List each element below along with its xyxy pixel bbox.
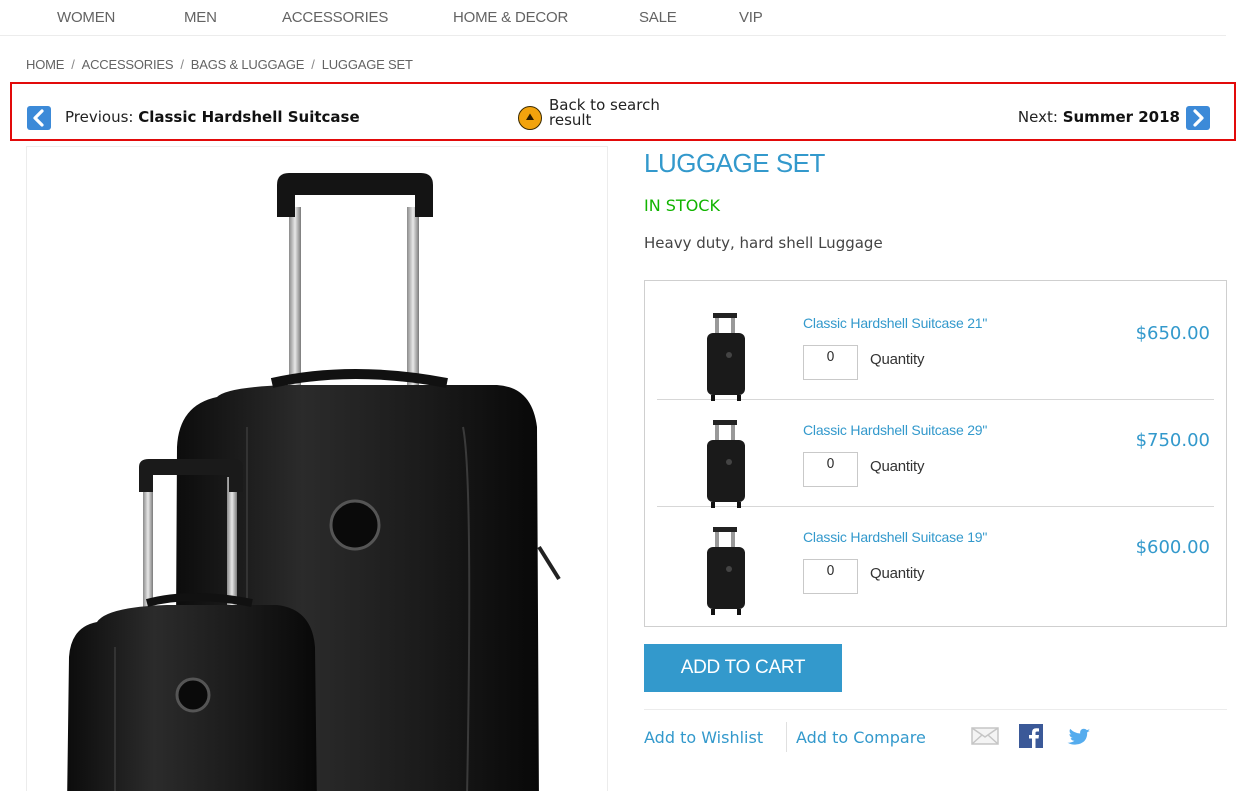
back-to-search-icon[interactable]: [518, 106, 542, 130]
nav-item-men[interactable]: MEN: [184, 9, 217, 26]
nav-item-accessories[interactable]: ACCESSORIES: [282, 9, 388, 26]
product-title: LUGGAGE SET: [644, 148, 825, 178]
nav-item-home-decor[interactable]: HOME & DECOR: [453, 9, 568, 26]
breadcrumb-separator: /: [180, 57, 184, 72]
email-icon[interactable]: [971, 727, 999, 745]
breadcrumb-separator: /: [71, 57, 75, 72]
grouped-item-name[interactable]: Classic Hardshell Suitcase 21": [803, 315, 987, 331]
suitcase-thumbnail[interactable]: [699, 525, 751, 617]
next-product-name[interactable]: Summer 2018: [1063, 108, 1180, 126]
quantity-label: Quantity: [870, 458, 925, 475]
add-to-wishlist-link[interactable]: Add to Wishlist: [644, 728, 763, 747]
grouped-item-price: $650.00: [1135, 323, 1210, 344]
previous-arrow-icon[interactable]: [27, 106, 51, 130]
nav-item-women[interactable]: WOMEN: [57, 9, 115, 26]
grouped-item-name[interactable]: Classic Hardshell Suitcase 29": [803, 422, 987, 438]
breadcrumb-accessories[interactable]: ACCESSORIES: [82, 57, 174, 72]
product-main-image[interactable]: [26, 146, 608, 791]
previous-product-name[interactable]: Classic Hardshell Suitcase: [138, 108, 359, 126]
stock-status: IN STOCK: [644, 196, 720, 215]
next-label: Next:: [1017, 108, 1058, 126]
suitcase-thumbnail[interactable]: [699, 311, 751, 403]
product-navigation-bar: Previous: Classic Hardshell Suitcase Bac…: [10, 82, 1236, 141]
grouped-item: Classic Hardshell Suitcase 19" 0 Quantit…: [657, 507, 1214, 617]
twitter-icon[interactable]: [1066, 725, 1094, 748]
next-arrow-icon[interactable]: [1186, 106, 1210, 130]
suitcase-thumbnail[interactable]: [699, 418, 751, 510]
add-to-compare-link[interactable]: Add to Compare: [796, 728, 926, 747]
breadcrumb-bags-luggage[interactable]: BAGS & LUGGAGE: [191, 57, 305, 72]
grouped-item: Classic Hardshell Suitcase 21" 0 Quantit…: [657, 293, 1214, 403]
product-actions: Add to Wishlist Add to Compare: [644, 709, 1227, 769]
quantity-input[interactable]: 0: [803, 345, 858, 380]
previous-product-link[interactable]: Previous: Classic Hardshell Suitcase: [65, 108, 360, 126]
nav-item-vip[interactable]: VIP: [739, 9, 763, 26]
grouped-item-price: $600.00: [1135, 537, 1210, 558]
breadcrumb-home[interactable]: HOME: [26, 57, 64, 72]
grouped-item: Classic Hardshell Suitcase 29" 0 Quantit…: [657, 400, 1214, 510]
add-to-cart-button[interactable]: ADD TO CART: [644, 644, 842, 692]
back-to-search-link[interactable]: Back to search result: [549, 98, 660, 128]
nav-item-sale[interactable]: SALE: [639, 9, 677, 26]
next-product-link[interactable]: Next: Summer 2018: [1018, 108, 1180, 126]
grouped-item-name[interactable]: Classic Hardshell Suitcase 19": [803, 529, 987, 545]
grouped-item-price: $750.00: [1135, 430, 1210, 451]
breadcrumb: HOME / ACCESSORIES / BAGS & LUGGAGE / LUGGAGE …: [26, 57, 413, 72]
quantity-label: Quantity: [870, 565, 925, 582]
quantity-label: Quantity: [870, 351, 925, 368]
grouped-product-table: Classic Hardshell Suitcase 21" 0 Quantit…: [644, 280, 1227, 627]
quantity-input[interactable]: 0: [803, 559, 858, 594]
facebook-icon[interactable]: [1019, 724, 1043, 748]
previous-label: Previous:: [65, 108, 134, 126]
breadcrumb-current: LUGGAGE SET: [321, 57, 413, 72]
top-navigation: WOMEN MEN ACCESSORIES HOME & DECOR SALE …: [0, 0, 1226, 36]
product-description: Heavy duty, hard shell Luggage: [644, 234, 883, 252]
back-to-search-line2: result: [549, 111, 592, 129]
breadcrumb-separator: /: [311, 57, 315, 72]
action-divider: [786, 722, 787, 752]
quantity-input[interactable]: 0: [803, 452, 858, 487]
